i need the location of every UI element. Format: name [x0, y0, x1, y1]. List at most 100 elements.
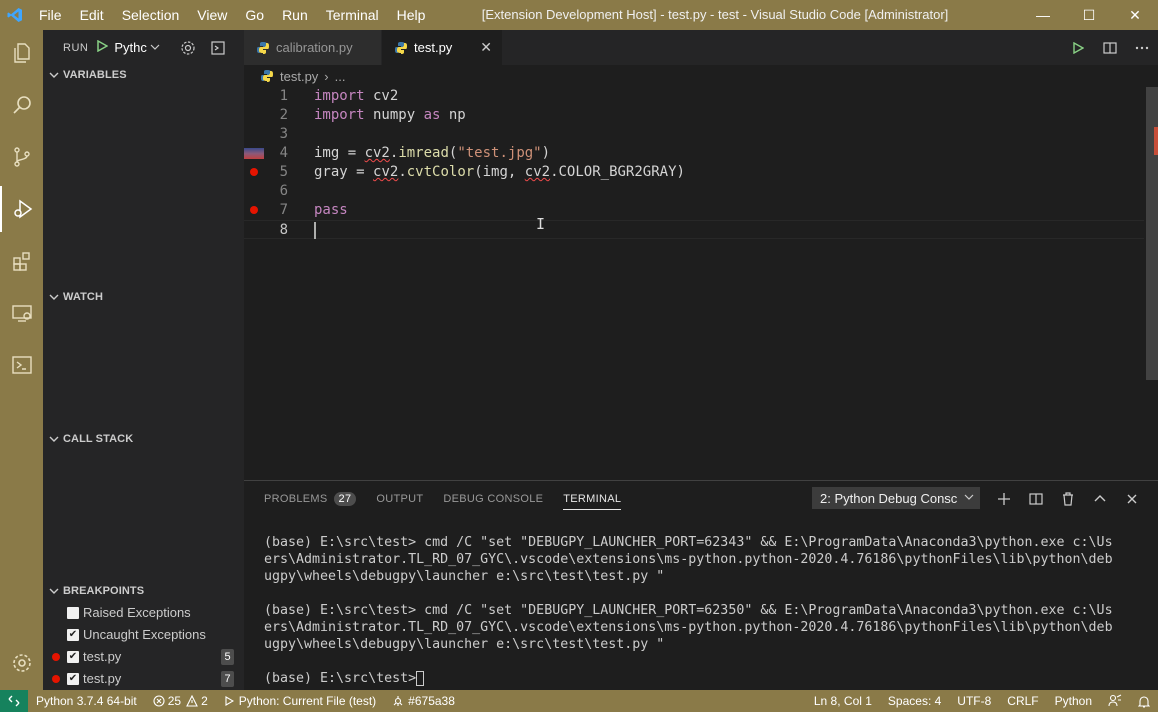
- search-icon[interactable]: [0, 82, 43, 128]
- checkbox-checked[interactable]: ✔: [67, 673, 79, 685]
- close-panel-icon[interactable]: [1116, 493, 1148, 505]
- source-control-icon[interactable]: [0, 134, 43, 180]
- tab-label: TERMINAL: [563, 492, 622, 505]
- breakpoint-dot-icon[interactable]: [250, 206, 258, 214]
- maximize-button[interactable]: ☐: [1066, 0, 1112, 30]
- menu-view[interactable]: View: [188, 0, 236, 30]
- commit-status[interactable]: #675a38: [384, 690, 463, 712]
- more-actions-icon[interactable]: [1126, 46, 1158, 50]
- breadcrumb-file[interactable]: test.py: [280, 69, 318, 84]
- line-number: 1: [279, 88, 288, 104]
- settings-gear-icon[interactable]: [0, 640, 43, 686]
- terminal-select[interactable]: 2: Python Debug Consc: [812, 487, 980, 509]
- language-mode[interactable]: Python: [1047, 690, 1100, 712]
- breakpoint-label: test.py: [83, 649, 122, 664]
- chevron-down-icon: [49, 434, 63, 444]
- breakpoint-dot-icon[interactable]: [250, 168, 258, 176]
- menu-go[interactable]: Go: [236, 0, 273, 30]
- trash-icon[interactable]: [1052, 491, 1084, 506]
- start-debugging-icon[interactable]: [96, 39, 109, 55]
- terminal-line: (base) E:\src\test> cmd /C "set "DEBUGPY…: [264, 603, 1113, 618]
- tab-problems[interactable]: PROBLEMS 27: [264, 481, 357, 516]
- new-terminal-icon[interactable]: [988, 492, 1020, 506]
- menu-file[interactable]: File: [30, 0, 71, 30]
- checkbox-checked[interactable]: ✔: [67, 651, 79, 663]
- code-text: .COLOR_BGR2GRAY): [550, 164, 685, 180]
- line-number: 4: [279, 145, 288, 161]
- feedback-icon[interactable]: [1100, 690, 1130, 712]
- keyword: as: [423, 107, 441, 123]
- checkbox-checked[interactable]: ✔: [67, 629, 79, 641]
- current-line: 8: [244, 220, 1144, 239]
- chevron-down-icon: [964, 490, 974, 505]
- breakpoint-uncaught-exceptions[interactable]: ✔ Uncaught Exceptions: [43, 624, 244, 646]
- error-icon: [153, 695, 165, 707]
- minimize-button[interactable]: —: [1020, 0, 1066, 30]
- tab-terminal[interactable]: TERMINAL: [563, 481, 622, 516]
- window-title: [Extension Development Host] - test.py -…: [481, 7, 949, 22]
- call-stack-section-header[interactable]: CALL STACK: [43, 428, 244, 450]
- cursor-position[interactable]: Ln 8, Col 1: [806, 690, 880, 712]
- debug-config-status[interactable]: Python: Current File (test): [216, 690, 384, 712]
- status-bar: Python 3.7.4 64-bit 25 2 Python: Current…: [0, 690, 1158, 712]
- split-editor-icon[interactable]: [1094, 41, 1126, 55]
- code-text: np: [440, 107, 466, 123]
- run-sidebar: RUN Pythc VARIABLES WATCH CALL STACK BRE…: [43, 30, 244, 690]
- run-header: RUN Pythc: [43, 30, 244, 65]
- run-label: RUN: [63, 41, 89, 54]
- checkbox-unchecked[interactable]: [67, 607, 79, 619]
- line-number: 8: [279, 222, 288, 238]
- explorer-icon[interactable]: [0, 30, 43, 76]
- code-text: cv2: [364, 88, 399, 104]
- tab-output[interactable]: OUTPUT: [376, 481, 423, 516]
- tab-debug-console[interactable]: DEBUG CONSOLE: [443, 481, 543, 516]
- menu-run[interactable]: Run: [273, 0, 317, 30]
- menu-terminal[interactable]: Terminal: [317, 0, 388, 30]
- gear-icon[interactable]: [180, 40, 196, 56]
- keyword: pass: [314, 202, 348, 218]
- debug-config-select[interactable]: Pythc: [114, 40, 160, 55]
- close-window-button[interactable]: ✕: [1112, 0, 1158, 30]
- breakpoints-section-header[interactable]: BREAKPOINTS: [43, 580, 244, 602]
- watch-section-header[interactable]: WATCH: [43, 286, 244, 308]
- terminal-output[interactable]: (base) E:\src\test> cmd /C "set "DEBUGPY…: [264, 534, 1144, 687]
- problems-status[interactable]: 25 2: [145, 690, 216, 712]
- run-python-file-icon[interactable]: [1062, 41, 1094, 54]
- maximize-panel-icon[interactable]: [1084, 493, 1116, 505]
- close-tab-icon[interactable]: ✕: [480, 39, 492, 56]
- python-interpreter[interactable]: Python 3.7.4 64-bit: [28, 690, 145, 712]
- end-of-line[interactable]: CRLF: [999, 690, 1046, 712]
- editor-tab-bar: calibration.py test.py ✕: [244, 30, 1158, 65]
- code-text: ): [541, 145, 551, 161]
- title-bar: File Edit Selection View Go Run Terminal…: [0, 0, 1158, 30]
- terminal-icon[interactable]: [0, 342, 43, 388]
- activity-bar: [0, 30, 43, 690]
- breakpoint-dot-icon: [52, 675, 60, 683]
- code-line: 6: [244, 182, 1144, 201]
- tab-calibration-py[interactable]: calibration.py: [244, 30, 381, 65]
- run-debug-icon[interactable]: [0, 186, 43, 232]
- breadcrumb: test.py › ...: [244, 65, 1158, 87]
- menu-selection[interactable]: Selection: [113, 0, 189, 30]
- code-text: img =: [314, 145, 365, 161]
- split-terminal-icon[interactable]: [1020, 492, 1052, 506]
- menu-edit[interactable]: Edit: [71, 0, 113, 30]
- breakpoint-line-5[interactable]: ✔ test.py 5: [43, 646, 244, 668]
- notifications-bell-icon[interactable]: [1130, 690, 1158, 712]
- code-editor[interactable]: 1 import cv2 2 import numpy as np 3 4 im…: [244, 87, 1158, 480]
- remote-explorer-icon[interactable]: [0, 290, 43, 336]
- breadcrumb-symbols[interactable]: ...: [335, 69, 346, 84]
- extensions-icon[interactable]: [0, 238, 43, 284]
- indentation[interactable]: Spaces: 4: [880, 690, 949, 712]
- variables-section-header[interactable]: VARIABLES: [43, 64, 244, 86]
- debug-console-icon[interactable]: [210, 40, 226, 56]
- breakpoints-title: BREAKPOINTS: [63, 585, 145, 597]
- remote-indicator-icon[interactable]: [0, 690, 28, 712]
- bottom-panel: PROBLEMS 27 OUTPUT DEBUG CONSOLE TERMINA…: [244, 480, 1158, 690]
- encoding[interactable]: UTF-8: [949, 690, 999, 712]
- function-name: imread: [398, 145, 449, 161]
- code-line: 1 import cv2: [244, 87, 1144, 106]
- breakpoint-raised-exceptions[interactable]: Raised Exceptions: [43, 602, 244, 624]
- tab-test-py[interactable]: test.py ✕: [382, 30, 502, 65]
- breakpoint-line-7[interactable]: ✔ test.py 7: [43, 668, 244, 690]
